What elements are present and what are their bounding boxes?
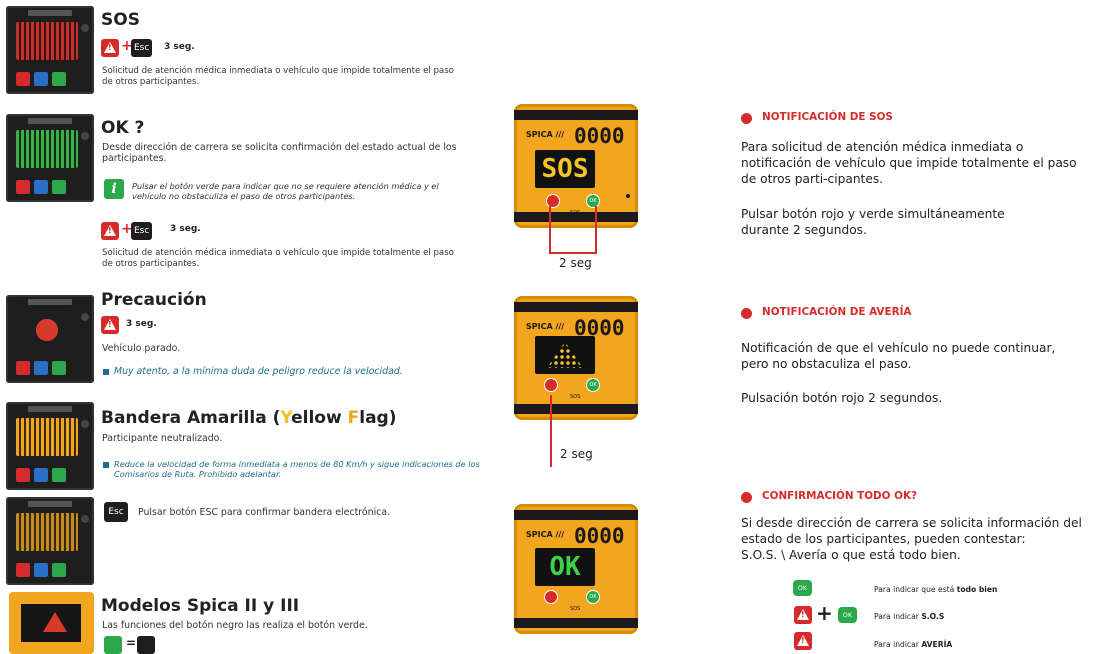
ok-combo-description: Solicitud de atención médica inmediata o…	[102, 248, 454, 269]
hold-time-label: 2 seg	[559, 256, 592, 270]
bullet-dot	[741, 113, 752, 124]
bullet-dot	[741, 308, 752, 319]
spica-device-ok: SPICA /// 0000 OK OK SOS	[514, 504, 638, 634]
black-button-icon	[137, 636, 155, 654]
warning-button-icon	[794, 632, 812, 650]
warning-button-icon	[794, 606, 812, 624]
plus-sign: +	[816, 601, 833, 625]
spica-device-averia: SPICA /// 0000 OK SOS	[514, 296, 638, 420]
averia-paragraph-2: Pulsación botón rojo 2 segundos.	[741, 391, 943, 405]
precaucion-time: 3 seg.	[126, 319, 157, 329]
note-bullet	[103, 369, 109, 375]
hold-time-label: 2 seg	[560, 447, 593, 461]
ok-button-icon: OK	[838, 607, 857, 623]
green-ok-button-icon: OK	[586, 590, 600, 604]
led-screen: OK	[535, 548, 595, 586]
device-photo-bandera	[6, 402, 94, 490]
hold-bracket-sos	[549, 206, 597, 254]
bandera-note: Reduce la velocidad de forma inmediata a…	[114, 459, 480, 479]
warning-button-icon	[101, 39, 119, 57]
averia-paragraph-1: Notificación de que el vehículo no puede…	[741, 341, 1056, 371]
heading-confirm: CONFIRMACIÓN TODO OK?	[762, 490, 918, 502]
precaucion-description: Vehículo parado.	[102, 343, 181, 354]
green-button-icon	[104, 636, 122, 654]
section-title-modelos: Modelos Spica II y III	[101, 596, 300, 616]
ok-description: Desde dirección de carrera se solicita c…	[102, 142, 457, 164]
hold-line-averia	[550, 395, 552, 467]
device-photo-ok	[6, 114, 94, 202]
precaucion-note: Muy atento, a la mínima duda de peligro …	[114, 366, 403, 377]
heading-averia: NOTIFICACIÓN DE AVERÍA	[762, 306, 912, 318]
device-photo-spica-ii	[9, 592, 94, 654]
modelos-description: Las funciones del botón negro las realiz…	[102, 620, 368, 631]
section-title-precaucion: Precaución	[101, 290, 207, 310]
red-button-icon	[544, 378, 558, 392]
section-title-sos: SOS	[101, 10, 140, 30]
sos-combo-time: 3 seg.	[164, 42, 195, 52]
esc-key-icon: Esc	[131, 222, 153, 240]
sos-paragraph-1: Para solicitud de atención médica inmedi…	[741, 140, 1077, 186]
bullet-dot	[741, 492, 752, 503]
confirm-paragraph-2: S.O.S. \ Avería o que está todo bien.	[741, 548, 961, 562]
device-photo-precaucion	[6, 295, 94, 383]
esc-key-icon: Esc	[131, 39, 153, 57]
ok-combo-time: 3 seg.	[170, 224, 201, 234]
warning-button-icon	[101, 222, 119, 240]
section-title-bandera: Bandera Amarilla (Yellow Flag)	[101, 408, 397, 428]
legend-ok: Para indicar que está todo bien	[874, 585, 998, 594]
confirm-paragraph-1: Si desde dirección de carrera se solicit…	[741, 516, 1082, 546]
sos-description: Solicitud de atención médica inmediata o…	[102, 66, 454, 87]
legend-averia: Para indicar AVERÍA	[874, 640, 953, 649]
bandera-description: Participante neutralizado.	[102, 433, 223, 444]
legend-sos: Para indicar S.O.S	[874, 612, 945, 621]
equals-sign: =	[126, 636, 137, 650]
note-bullet	[103, 462, 109, 468]
device-photo-sos	[6, 6, 94, 94]
bandera-esc-text: Pulsar botón ESC para confirmar bandera …	[138, 507, 391, 518]
section-title-ok: OK ?	[101, 118, 145, 138]
led-screen: SOS	[535, 150, 595, 188]
green-ok-button-icon: OK	[586, 378, 600, 392]
red-button-icon	[544, 590, 558, 604]
led-screen	[535, 336, 595, 374]
esc-key-icon: Esc	[104, 502, 128, 522]
sos-paragraph-2: Pulsar botón rojo y verde simultáneament…	[741, 207, 1005, 237]
ok-button-icon: OK	[793, 580, 812, 596]
ok-info-text: Pulsar el botón verde para indicar que n…	[132, 181, 439, 201]
device-photo-bandera-esc	[6, 497, 94, 585]
info-icon: i	[104, 179, 124, 199]
warning-button-icon	[101, 316, 119, 334]
heading-sos: NOTIFICACIÓN DE SOS	[762, 111, 893, 123]
